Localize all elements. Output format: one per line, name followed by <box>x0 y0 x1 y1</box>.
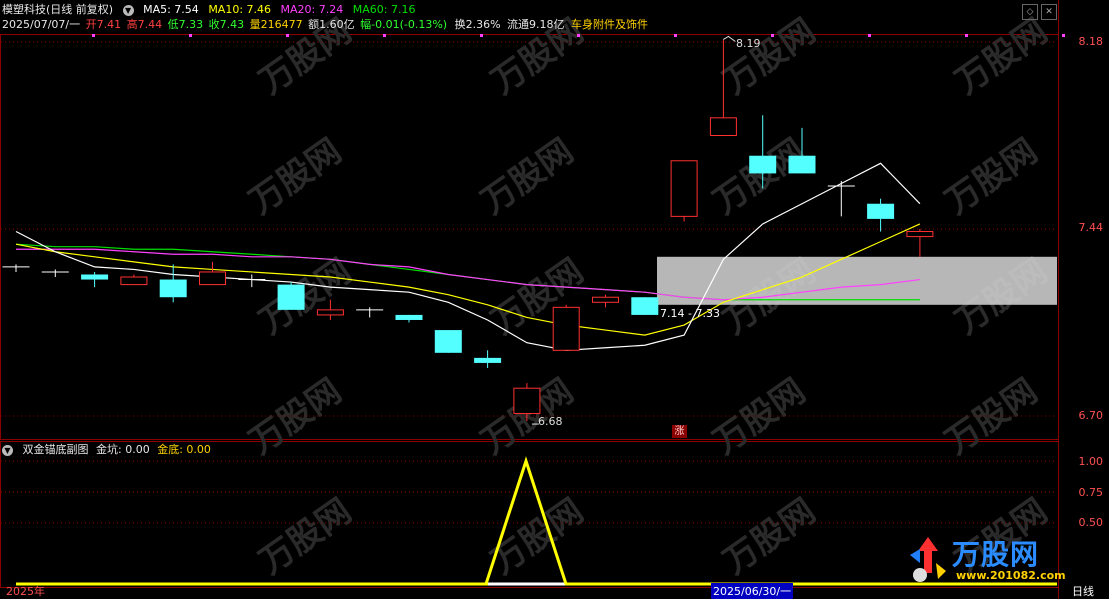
main-panel-frame <box>0 34 1059 440</box>
quote-amount: 额1.60亿 <box>308 18 355 31</box>
top-marker-dot <box>674 34 677 37</box>
candle-up <box>513 387 541 414</box>
high-price-label: 8.19 <box>736 37 761 50</box>
watermark-text: 万股网 <box>938 371 1044 462</box>
watermark-text: 万股网 <box>706 131 812 222</box>
candle-up <box>670 160 698 217</box>
candle-down <box>81 274 109 280</box>
ma5-label: MA5: 7.54 <box>143 3 199 16</box>
ma20-label: MA20: 7.24 <box>280 3 344 16</box>
candle-up <box>592 296 619 303</box>
sub-panel-title[interactable]: 双金锚底副图 <box>23 443 89 456</box>
brand-url: www.201082.com <box>956 569 1066 582</box>
quote-float-cap: 流通9.18亿 <box>507 18 565 31</box>
candle-down <box>631 297 659 315</box>
annotation-marks <box>531 35 736 425</box>
ma60-label: MA60: 7.16 <box>352 3 416 16</box>
year-label: 2025年 <box>6 585 45 598</box>
zone-range-label: 7.14 - 7.33 <box>660 307 720 320</box>
quote-date: 2025/07/07/一 <box>2 18 81 31</box>
stock-title[interactable]: 模塑科技(日线 前复权) <box>2 3 113 16</box>
watermark-text: 万股网 <box>938 131 1044 222</box>
top-marker-dot <box>383 34 386 37</box>
watermark-text: 万股网 <box>474 131 580 222</box>
brand-arrow-icon <box>910 537 946 582</box>
candle-down <box>395 314 423 320</box>
axis-tick-bottom: 6.70 <box>1078 409 1104 422</box>
dropdown-icon[interactable]: ▼ <box>122 5 134 16</box>
brand-name: 万股网 <box>952 538 1040 571</box>
sub-tick-075: 0.75 <box>1078 486 1104 499</box>
quote-high: 高7.44 <box>126 18 163 31</box>
watermark-text: 万股网 <box>252 251 358 342</box>
top-marker-dot <box>577 34 580 37</box>
watermark-text: 万股网 <box>242 371 348 462</box>
quote-close: 收7.43 <box>208 18 245 31</box>
period-label[interactable]: 日线 <box>1072 583 1094 599</box>
cursor-date: 2025/06/30/一 <box>711 583 794 599</box>
low-price-label: 6.68 <box>538 415 563 428</box>
watermark-text: 万股网 <box>706 371 812 462</box>
quote-volume: 量216477 <box>249 18 303 31</box>
axis-tick-top: 8.18 <box>1078 35 1104 48</box>
candle-down <box>159 279 187 298</box>
candle-up <box>120 276 148 286</box>
top-marker-dot <box>92 34 95 37</box>
sub-tick-1: 1.00 <box>1078 455 1104 468</box>
quote-change: 幅-0.01(-0.13%) <box>360 18 448 31</box>
price-zone <box>657 256 1057 305</box>
candle-down <box>867 203 895 219</box>
brand-logo: 万股网 www.201082.com <box>908 533 1066 585</box>
watermark-text: 万股网 <box>252 491 358 582</box>
ma10-label: MA10: 7.46 <box>208 3 272 16</box>
quote-row: 2025/07/07/一 开7.41 高7.44 低7.33 收7.43 量21… <box>2 17 654 33</box>
top-marker-dot <box>868 34 871 37</box>
watermark-text: 万股网 <box>716 11 822 102</box>
candles <box>2 39 934 422</box>
top-marker-dot <box>1062 34 1065 37</box>
sub-panel-header: ▼ 双金锚底副图 金坑: 0.00 金底: 0.00 <box>2 442 217 458</box>
header-row: 模塑科技(日线 前复权) ▼ MA5: 7.54 MA10: 7.46 MA20… <box>2 2 421 18</box>
quote-open: 开7.41 <box>85 18 122 31</box>
close-icon[interactable]: ✕ <box>1041 4 1057 20</box>
top-marker-dot <box>189 34 192 37</box>
candle-up <box>199 271 226 286</box>
quote-industry[interactable]: 车身附件及饰件 <box>571 18 648 31</box>
candle-down <box>749 155 777 174</box>
stock-chart: 万股网 万股网 万股网 万股网万股网 万股网 万股网 万股网万股网 万股网万股网 万股网 万股网万… <box>0 0 1065 599</box>
candle-down <box>277 284 305 310</box>
watermark-text: 万股网 <box>948 11 1054 102</box>
jinkeng-value: 金坑: 0.00 <box>96 443 150 456</box>
candle-up <box>316 309 344 316</box>
axis-tick-mid: 7.44 <box>1078 221 1104 234</box>
top-marker-dot <box>965 34 968 37</box>
candle-up <box>709 117 737 137</box>
quote-low: 低7.33 <box>167 18 204 31</box>
watermark-text: 万股网 <box>474 371 580 462</box>
sub-tick-05: 0.50 <box>1078 516 1104 529</box>
candle-up <box>906 231 934 238</box>
jindi-value: 金底: 0.00 <box>157 443 211 456</box>
quote-turnover: 换2.36% <box>454 18 501 31</box>
candle-down <box>474 357 502 363</box>
diamond-icon[interactable]: ◇ <box>1022 4 1038 20</box>
high-pointer <box>723 35 736 42</box>
candle-down <box>788 155 816 174</box>
top-marker-dot <box>480 34 483 37</box>
zhang-badge[interactable]: 涨 <box>672 425 687 438</box>
watermark-text: 万股网 <box>242 131 348 222</box>
candle-down <box>434 330 462 353</box>
top-marker-dot <box>286 34 289 37</box>
candle-up <box>552 306 580 351</box>
sub-dropdown-icon[interactable]: ▼ <box>2 445 13 456</box>
watermark-text: 万股网 <box>716 491 822 582</box>
top-marker-dot <box>771 34 774 37</box>
